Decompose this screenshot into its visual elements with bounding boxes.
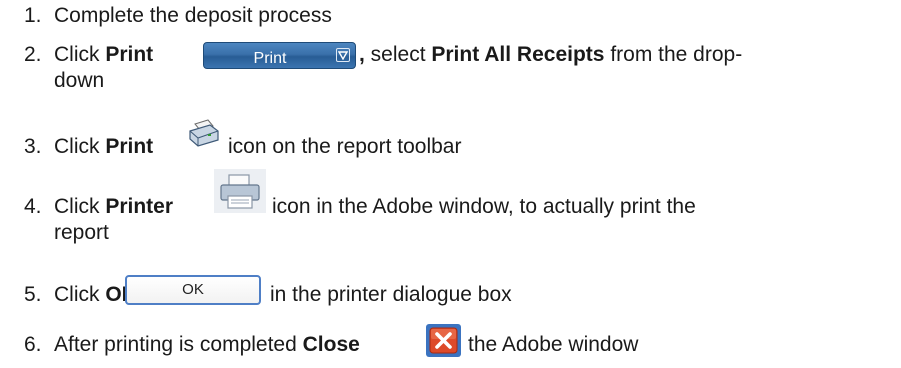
step-number: 5. (24, 283, 42, 306)
step-text-post: from the drop- (604, 43, 743, 66)
step-text-post: icon on the report toolbar (228, 135, 462, 158)
step-number: 4. (24, 195, 42, 218)
step-bold: Print (105, 43, 154, 66)
step-text-pre: Click (54, 43, 106, 66)
step-bold: Print (105, 135, 154, 158)
step-text-pre: Click (54, 195, 106, 218)
print-dropdown-button[interactable]: Print (203, 42, 356, 69)
printer-icon[interactable] (214, 169, 266, 220)
step-bold-2: Print All Receipts (431, 43, 605, 66)
step-text-post: the Adobe window (468, 333, 639, 356)
printer-icon[interactable] (186, 118, 222, 157)
step-text-continued: report (54, 221, 109, 244)
step-number: 2. (24, 43, 42, 66)
print-dropdown-label: Print (253, 50, 287, 67)
step-bold: Close (302, 333, 360, 356)
step-bold: Printer (105, 195, 174, 218)
step-text: Complete the deposit process (54, 4, 332, 27)
ok-button[interactable]: OK (125, 275, 261, 305)
step-text-continued: down (54, 69, 105, 92)
step-text-pre: After printing is completed (54, 333, 303, 356)
step-text-pre: Click (54, 283, 106, 306)
step-number: 3. (24, 135, 42, 158)
step-number: 1. (24, 4, 42, 27)
step-text-post: in the printer dialogue box (270, 283, 512, 306)
dropdown-arrow-icon (336, 48, 350, 62)
close-icon[interactable] (426, 324, 461, 364)
step-text-post: icon in the Adobe window, to actually pr… (272, 195, 696, 218)
step-number: 6. (24, 333, 42, 356)
step-text-pre: Click (54, 135, 106, 158)
step-text-mid: select (364, 43, 432, 66)
